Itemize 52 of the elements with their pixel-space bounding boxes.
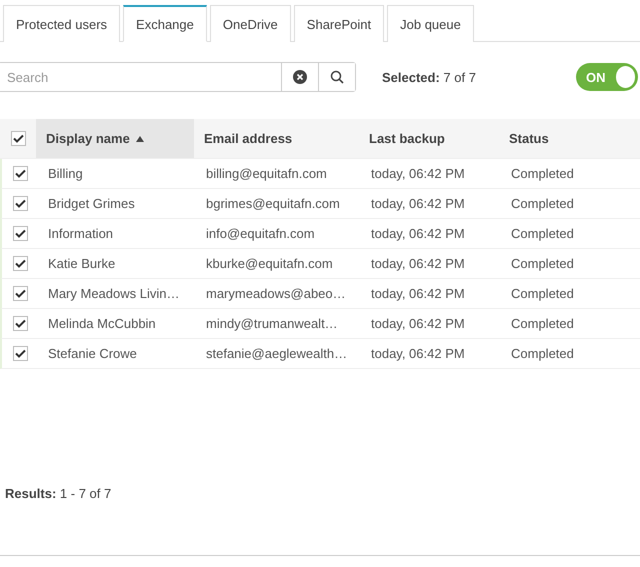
sort-up-icon xyxy=(136,136,144,142)
checkbox[interactable] xyxy=(12,346,28,361)
table-cell-text: bgrimes@equitafn.com xyxy=(205,195,341,213)
table-cell-text: Mary Meadows Livin… xyxy=(47,285,180,303)
table-cell-text: stefanie@aeglewealth… xyxy=(205,345,348,363)
search-bar[interactable]: Search xyxy=(0,62,356,92)
table-cell-text: today, 06:42 PM xyxy=(370,315,466,333)
table-cell-text: Completed xyxy=(510,285,575,303)
selection-count: Selected: 7 of 7 xyxy=(382,70,476,84)
tab[interactable]: OneDrive xyxy=(210,5,291,42)
table-cell-text: today, 06:42 PM xyxy=(370,255,466,273)
table-cell-text: Completed xyxy=(510,165,575,183)
table-cell-text: today, 06:42 PM xyxy=(370,195,466,213)
column-header[interactable]: Display name xyxy=(36,119,194,158)
table-cell-text: Billing xyxy=(47,165,84,183)
table-cell-text: Completed xyxy=(510,345,575,363)
table-cell-text: kburke@equitafn.com xyxy=(205,255,334,273)
tab[interactable]: SharePoint xyxy=(294,5,384,42)
table-cell-text: Information xyxy=(47,225,114,243)
table-cell-text: info@equitafn.com xyxy=(205,225,316,243)
checkbox[interactable] xyxy=(12,226,28,241)
search-button[interactable] xyxy=(318,63,355,91)
column-header[interactable]: Email address xyxy=(194,119,359,158)
table-cell-text: Completed xyxy=(510,315,575,333)
column-header[interactable]: Status xyxy=(499,119,640,158)
close-icon xyxy=(293,70,307,84)
table-cell-text: Completed xyxy=(510,195,575,213)
search-icon xyxy=(330,70,344,84)
results-count: Results: 1 - 7 of 7 xyxy=(4,486,112,501)
table-cell-text: Completed xyxy=(510,255,575,273)
table-cell-text: Melinda McCubbin xyxy=(47,315,157,333)
table-cell-text: Completed xyxy=(510,225,575,243)
table-cell-text: today, 06:42 PM xyxy=(370,165,466,183)
table-cell-text: marymeadows@abeo… xyxy=(205,285,347,303)
table-cell-text: Stefanie Crowe xyxy=(47,345,138,363)
checkbox[interactable] xyxy=(12,256,28,271)
table-cell-text: today, 06:42 PM xyxy=(370,285,466,303)
tab[interactable]: Exchange xyxy=(123,5,207,42)
table-cell-text: today, 06:42 PM xyxy=(370,225,466,243)
checkbox[interactable] xyxy=(12,196,28,211)
checkbox[interactable] xyxy=(12,286,28,301)
column-header[interactable]: Last backup xyxy=(359,119,499,158)
table-cell-text: today, 06:42 PM xyxy=(370,345,466,363)
checkbox[interactable] xyxy=(12,166,28,181)
tab[interactable]: Job queue xyxy=(387,5,474,42)
checkbox[interactable] xyxy=(10,131,26,146)
table-cell-text: mindy@trumanwealt… xyxy=(205,315,339,333)
table-cell-text: Katie Burke xyxy=(47,255,116,273)
table-cell-text: Bridget Grimes xyxy=(47,195,136,213)
tab[interactable]: Protected users xyxy=(3,5,120,42)
table-cell-text: billing@equitafn.com xyxy=(205,165,328,183)
checkbox[interactable] xyxy=(12,316,28,331)
